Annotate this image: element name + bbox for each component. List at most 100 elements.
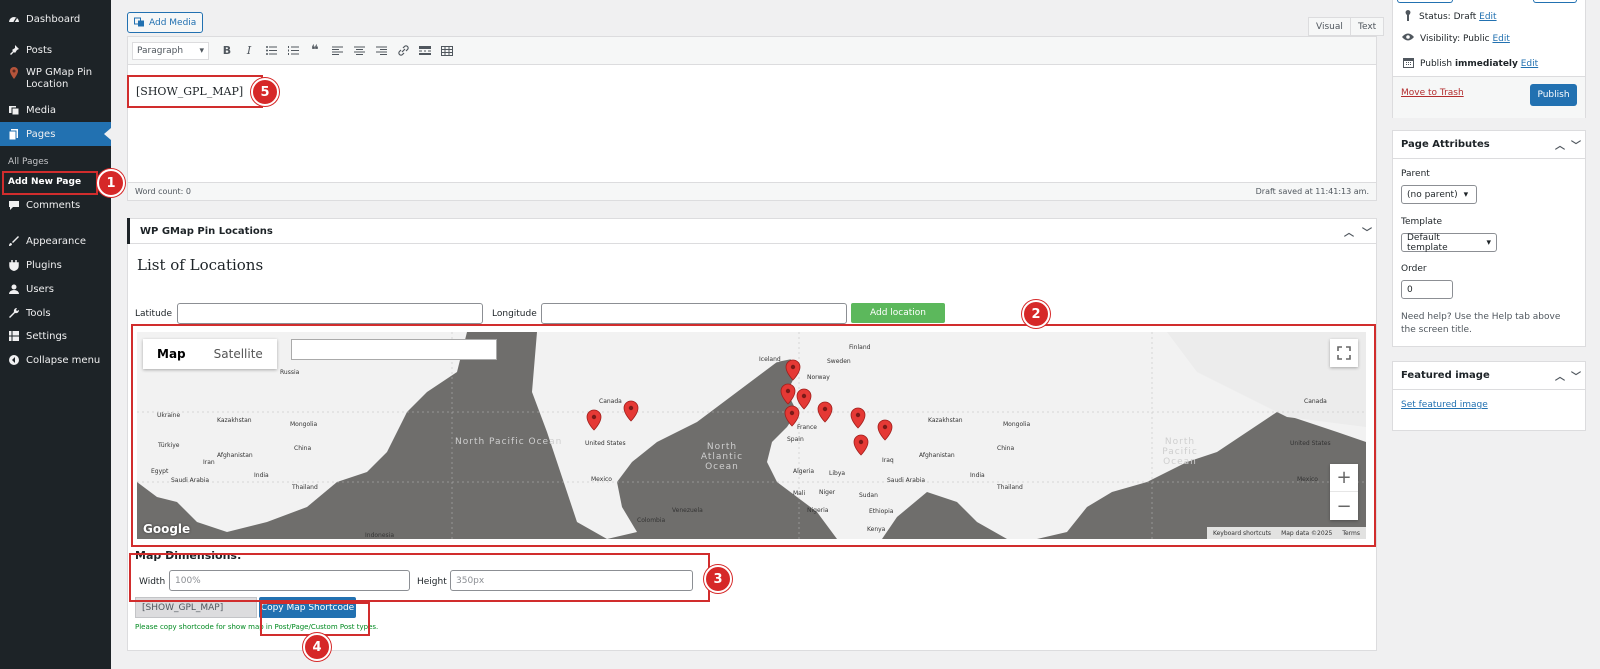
sidebar-item-tools[interactable]: Tools xyxy=(0,301,111,325)
sidebar-item-dashboard[interactable]: Dashboard xyxy=(0,7,111,31)
appearance-icon xyxy=(8,235,20,247)
help-text: Need help? Use the Help tab above the sc… xyxy=(1401,312,1561,335)
featured-image-title: Featured image xyxy=(1401,370,1490,381)
template-select[interactable]: Default template ▾ xyxy=(1401,233,1497,253)
visibility-row: Visibility: Public Edit xyxy=(1402,33,1510,44)
tab-visual[interactable]: Visual xyxy=(1308,17,1351,36)
admin-sidebar: Dashboard Posts WP GMap Pin Location Med… xyxy=(0,0,111,669)
align-right-icon[interactable] xyxy=(371,41,391,61)
editor-body[interactable]: [SHOW_GPL_MAP] xyxy=(128,65,1376,183)
longitude-label: Longitude xyxy=(492,309,537,319)
list-of-locations-heading: List of Locations xyxy=(137,256,264,274)
template-label: Template xyxy=(1401,217,1443,227)
bold-icon[interactable]: B xyxy=(217,41,237,61)
latitude-input[interactable] xyxy=(177,303,483,324)
read-more-icon[interactable] xyxy=(415,41,435,61)
chevron-down-icon[interactable]: ﹀ xyxy=(1571,137,1581,152)
publish-box: Status: Draft Edit Visibility: Public Ed… xyxy=(1392,0,1586,118)
chevron-down-icon[interactable]: ﹀ xyxy=(1358,219,1376,244)
link-icon[interactable] xyxy=(393,41,413,61)
users-icon xyxy=(8,283,20,295)
add-media-label: Add Media xyxy=(149,17,197,28)
featured-image-header: Featured image ︿ ﹀ xyxy=(1393,362,1585,390)
sidebar-item-label: Dashboard xyxy=(26,13,81,25)
annotation-box-1 xyxy=(2,171,98,195)
move-to-trash-link[interactable]: Move to Trash xyxy=(1401,88,1464,98)
parent-value: (no parent) xyxy=(1407,189,1458,200)
annotation-box-2 xyxy=(131,324,1376,547)
plugins-icon xyxy=(8,259,20,271)
publish-edit-link[interactable]: Edit xyxy=(1521,59,1538,69)
media-icon xyxy=(8,104,20,116)
format-select[interactable]: Paragraph ▾ xyxy=(132,41,209,60)
featured-image-box: Featured image ︿ ﹀ Set featured image xyxy=(1392,361,1586,431)
latitude-label: Latitude xyxy=(135,309,173,319)
sidebar-item-users[interactable]: Users xyxy=(0,277,111,301)
sidebar-item-wp-gmap[interactable]: WP GMap Pin Location xyxy=(0,67,111,97)
publish-when: immediately xyxy=(1454,59,1518,69)
sidebar-item-label: Appearance xyxy=(26,235,87,247)
submenu-all-pages[interactable]: All Pages xyxy=(0,153,111,171)
annotation-badge-4: 4 xyxy=(303,633,331,661)
add-location-button[interactable]: Add location xyxy=(851,303,945,323)
format-value: Paragraph xyxy=(137,45,184,56)
chevron-up-icon[interactable]: ︿ xyxy=(1340,219,1358,244)
annotation-badge-1: 1 xyxy=(97,169,125,197)
sidebar-item-media[interactable]: Media xyxy=(0,98,111,122)
sidebar-item-label: Plugins xyxy=(26,259,62,271)
annotation-badge-3: 3 xyxy=(704,565,732,593)
italic-icon[interactable]: I xyxy=(239,41,259,61)
longitude-input[interactable] xyxy=(541,303,847,324)
set-featured-image-link[interactable]: Set featured image xyxy=(1401,400,1488,410)
publish-button[interactable]: Publish xyxy=(1530,84,1577,106)
sidebar-item-appearance[interactable]: Appearance xyxy=(0,229,111,253)
sidebar-item-pages[interactable]: Pages xyxy=(0,122,111,146)
parent-select[interactable]: (no parent) ▾ xyxy=(1401,185,1477,204)
sidebar-item-label: Users xyxy=(26,283,55,295)
sidebar-item-comments[interactable]: Comments xyxy=(0,193,111,217)
dashboard-icon xyxy=(8,13,20,25)
bulleted-list-icon[interactable] xyxy=(261,41,281,61)
toolbar-toggle-icon[interactable] xyxy=(437,41,457,61)
chevron-up-icon[interactable]: ︿ xyxy=(1555,137,1565,152)
visibility-text: Visibility: Public xyxy=(1420,33,1490,44)
metabox-header: WP GMap Pin Locations ︿ ﹀ xyxy=(127,218,1376,244)
sidebar-item-collapse[interactable]: Collapse menu xyxy=(0,348,111,372)
status-edit-link[interactable]: Edit xyxy=(1479,12,1496,22)
sidebar-item-label: Pages xyxy=(26,128,56,140)
chevron-up-icon[interactable]: ︿ xyxy=(1555,368,1565,383)
tab-text[interactable]: Text xyxy=(1350,17,1385,36)
media-icon xyxy=(134,16,145,30)
order-input[interactable]: 0 xyxy=(1401,280,1453,299)
chevron-down-icon[interactable]: ﹀ xyxy=(1571,368,1581,383)
align-center-icon[interactable] xyxy=(349,41,369,61)
align-left-icon[interactable] xyxy=(327,41,347,61)
page-attributes-header: Page Attributes ︿ ﹀ xyxy=(1393,131,1585,159)
blockquote-icon[interactable]: ❝ xyxy=(305,41,325,61)
save-draft-button[interactable] xyxy=(1397,0,1453,3)
settings-icon xyxy=(8,330,20,342)
sidebar-item-label: Settings xyxy=(26,330,68,342)
status-row: Status: Draft Edit xyxy=(1403,10,1497,24)
word-count: Word count: 0 xyxy=(135,187,192,196)
draft-saved-status: Draft saved at 11:41:13 am. xyxy=(1255,187,1369,196)
sidebar-item-plugins[interactable]: Plugins xyxy=(0,253,111,277)
numbered-list-icon[interactable] xyxy=(283,41,303,61)
sidebar-item-label: WP GMap Pin Location xyxy=(26,67,93,90)
comments-icon xyxy=(8,199,20,211)
pages-icon xyxy=(8,128,20,140)
add-media-button[interactable]: Add Media xyxy=(127,12,204,33)
metabox-title: WP GMap Pin Locations xyxy=(140,225,273,237)
sidebar-item-label: Media xyxy=(26,104,57,116)
status-text: Status: Draft xyxy=(1419,12,1477,22)
eye-icon xyxy=(1402,33,1414,44)
preview-button[interactable] xyxy=(1533,0,1577,3)
sidebar-item-settings[interactable]: Settings xyxy=(0,324,111,348)
visibility-edit-link[interactable]: Edit xyxy=(1492,34,1509,44)
page-attributes-title: Page Attributes xyxy=(1401,139,1490,150)
annotation-box-5 xyxy=(127,75,263,108)
sidebar-item-posts[interactable]: Posts xyxy=(0,38,111,62)
calendar-icon xyxy=(1403,57,1414,71)
editor-status-bar: Word count: 0 Draft saved at 11:41:13 am… xyxy=(128,182,1376,200)
page-attributes-box: Page Attributes ︿ ﹀ Parent (no parent) ▾… xyxy=(1392,130,1586,347)
